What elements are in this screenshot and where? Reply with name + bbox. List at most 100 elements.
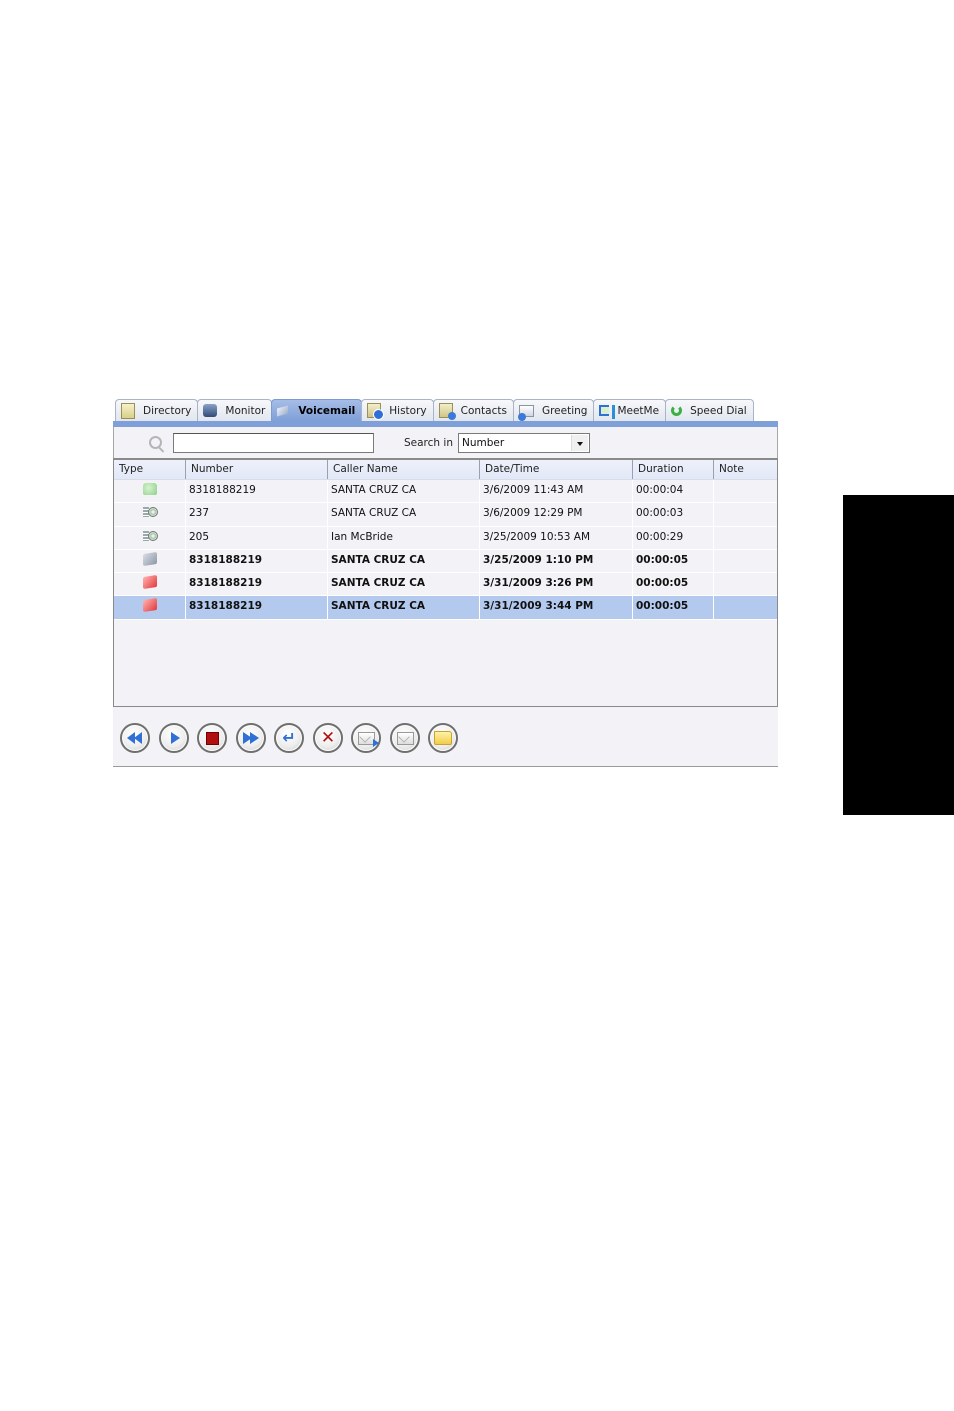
rewind-icon: [127, 731, 143, 745]
duration-cell: 00:00:29: [633, 526, 714, 549]
column-header-number[interactable]: Number: [186, 460, 328, 479]
tab-label: History: [389, 404, 427, 417]
duration-cell: 00:00:05: [633, 596, 714, 619]
tab-label: Contacts: [460, 404, 507, 417]
side-thumb-tab: [843, 495, 954, 815]
note-cell: [714, 550, 777, 572]
tab-greeting[interactable]: Greeting: [512, 399, 595, 421]
note-cell: [714, 527, 777, 549]
note-cell: [714, 573, 777, 595]
table-header: Type Number Caller Name Date/Time Durati…: [114, 460, 777, 480]
note-cell: [714, 480, 777, 502]
datetime-cell: 3/6/2009 12:29 PM: [480, 503, 633, 526]
search-in-label: Search in: [404, 437, 453, 449]
column-header-datetime[interactable]: Date/Time: [480, 460, 633, 479]
tab-directory[interactable]: Directory: [115, 399, 199, 421]
stop-button[interactable]: [197, 723, 227, 753]
search-icon: [149, 436, 162, 449]
column-header-duration[interactable]: Duration: [633, 460, 714, 479]
stop-icon: [205, 731, 219, 745]
play-button[interactable]: [159, 723, 189, 753]
datetime-cell: 3/31/2009 3:26 PM: [480, 573, 633, 596]
speed-dial-icon: [671, 405, 683, 416]
type-cell: [114, 503, 186, 526]
type-cell: [114, 596, 186, 619]
playback-toolbar: ↵ ✕: [113, 707, 778, 767]
envelope-open-icon: [396, 731, 414, 745]
note-cell: [714, 503, 777, 525]
saved-message-disc-icon: [142, 506, 158, 518]
caller-name-cell: SANTA CRUZ CA: [328, 573, 480, 596]
datetime-cell: 3/25/2009 10:53 AM: [480, 526, 633, 549]
search-input[interactable]: [173, 433, 374, 453]
table-row[interactable]: 8318188219 SANTA CRUZ CA 3/31/2009 3:44 PM…: [114, 596, 777, 620]
voicemail-icon: [277, 405, 289, 416]
number-cell: 8318188219: [186, 549, 328, 573]
chevron-down-icon[interactable]: [571, 435, 588, 451]
unread-message-red-icon: [142, 575, 157, 590]
tab-voicemail[interactable]: Voicemail: [271, 399, 363, 421]
table-row[interactable]: 205 Ian McBride 3/25/2009 10:53 AM 00:00:29: [114, 526, 777, 550]
type-cell: [114, 549, 186, 573]
meetme-icon: [599, 405, 616, 419]
table-row[interactable]: 8318188219 SANTA CRUZ CA 3/25/2009 1:10 PM…: [114, 549, 777, 574]
table-row[interactable]: 237 SANTA CRUZ CA 3/6/2009 12:29 PM 00:00:0…: [114, 503, 777, 527]
note-cell: [714, 596, 777, 618]
caller-name-cell: SANTA CRUZ CA: [328, 480, 480, 503]
duration-cell: 00:00:05: [633, 573, 714, 596]
save-to-folder-button[interactable]: [428, 723, 458, 753]
tab-speed-dial[interactable]: Speed Dial: [665, 399, 754, 421]
call-back-button[interactable]: ↵: [274, 723, 304, 753]
saved-message-disc-icon: [142, 530, 158, 542]
tab-label: Greeting: [541, 404, 588, 417]
number-cell: 205: [186, 526, 328, 549]
column-header-caller-name[interactable]: Caller Name: [328, 460, 480, 479]
delete-x-icon: ✕: [320, 727, 336, 748]
forward-message-button[interactable]: [351, 723, 381, 753]
duration-cell: 00:00:05: [633, 549, 714, 573]
tab-bar: Directory Monitor Voicemail History Cont…: [115, 399, 778, 422]
column-header-type[interactable]: Type: [114, 460, 186, 479]
column-header-note[interactable]: Note: [714, 460, 777, 479]
tab-contacts[interactable]: Contacts: [432, 399, 514, 421]
datetime-cell: 3/25/2009 1:10 PM: [480, 549, 633, 573]
number-cell: 237: [186, 503, 328, 526]
search-in-select[interactable]: Number: [458, 433, 590, 453]
caller-name-cell: Ian McBride: [328, 526, 480, 549]
duration-cell: 00:00:04: [633, 480, 714, 503]
mark-read-button[interactable]: [390, 723, 420, 753]
fast-forward-icon: [243, 731, 259, 745]
tab-label: MeetMe: [617, 404, 660, 417]
return-arrow-icon: ↵: [282, 728, 296, 747]
tab-meetme[interactable]: MeetMe: [593, 399, 667, 421]
delete-button[interactable]: ✕: [313, 723, 343, 753]
number-cell: 8318188219: [186, 480, 328, 503]
tab-label: Voicemail: [298, 404, 356, 417]
table-row[interactable]: 8318188219 SANTA CRUZ CA 3/31/2009 3:26 PM…: [114, 573, 777, 597]
monitor-icon: [203, 404, 218, 417]
fast-forward-button[interactable]: [236, 723, 266, 753]
datetime-cell: 3/6/2009 11:43 AM: [480, 480, 633, 503]
tab-label: Monitor: [225, 404, 266, 417]
table-body: 8318188219 SANTA CRUZ CA 3/6/2009 11:43 AM…: [114, 480, 777, 620]
number-cell: 8318188219: [186, 573, 328, 596]
number-cell: 8318188219: [186, 596, 328, 619]
contacts-icon: [438, 403, 456, 420]
tab-history[interactable]: History: [361, 399, 434, 421]
voicemail-table: Type Number Caller Name Date/Time Durati…: [113, 458, 778, 707]
new-message-green-icon: [142, 483, 157, 495]
tab-monitor[interactable]: Monitor: [197, 399, 273, 421]
duration-cell: 00:00:03: [633, 503, 714, 526]
table-row[interactable]: 8318188219 SANTA CRUZ CA 3/6/2009 11:43 AM…: [114, 480, 777, 504]
unread-message-red-icon: [142, 598, 157, 613]
type-cell: [114, 526, 186, 549]
caller-name-cell: SANTA CRUZ CA: [328, 503, 480, 526]
datetime-cell: 3/31/2009 3:44 PM: [480, 596, 633, 619]
play-icon: [166, 731, 182, 745]
directory-icon: [121, 402, 135, 419]
greeting-icon: [517, 404, 534, 421]
rewind-button[interactable]: [120, 723, 150, 753]
voicemail-app: Directory Monitor Voicemail History Cont…: [113, 399, 778, 767]
type-cell: [114, 573, 186, 596]
search-in-value: Number: [462, 437, 505, 449]
